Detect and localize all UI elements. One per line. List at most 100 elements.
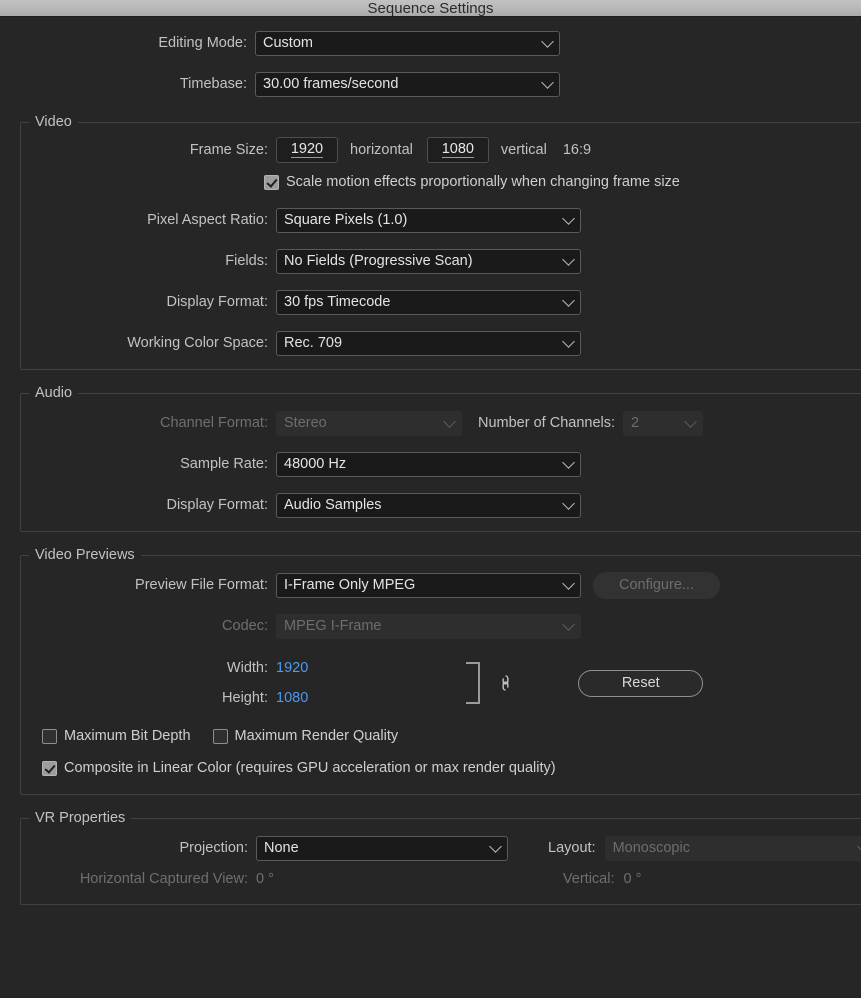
chevron-down-icon <box>562 456 575 469</box>
timebase-value: 30.00 frames/second <box>263 76 398 92</box>
working-color-space-value: Rec. 709 <box>284 335 342 351</box>
codec-label: Codec: <box>21 618 276 634</box>
audio-display-format-label: Display Format: <box>21 497 276 513</box>
scale-motion-label: Scale motion effects proportionally when… <box>286 174 680 190</box>
bit-depth-quality-row: Maximum Bit Depth Maximum Render Quality <box>21 720 861 752</box>
timebase-select[interactable]: 30.00 frames/second <box>255 72 560 97</box>
fields-label: Fields: <box>21 253 276 269</box>
editing-mode-value: Custom <box>263 35 313 51</box>
audio-section: Audio Channel Format: Stereo Number of C… <box>20 385 861 532</box>
frame-size-row: Frame Size: 1920 horizontal 1080 vertica… <box>21 134 861 166</box>
codec-select: MPEG I-Frame <box>276 614 581 639</box>
codec-row: Codec: MPEG I-Frame <box>21 610 861 642</box>
working-color-space-select[interactable]: Rec. 709 <box>276 331 581 356</box>
chevron-down-icon <box>489 840 502 853</box>
scale-motion-row: Scale motion effects proportionally when… <box>21 166 861 198</box>
vertical-captured-view-label: Vertical: <box>563 871 615 887</box>
frame-size-horizontal-input[interactable]: 1920 <box>276 137 338 163</box>
dialog-titlebar: Sequence Settings <box>0 0 861 17</box>
chevron-down-icon <box>857 840 861 853</box>
aspect-ratio-value: 16:9 <box>563 142 591 158</box>
preview-height-value[interactable]: 1080 <box>276 690 308 706</box>
layout-label: Layout: <box>548 840 596 856</box>
preview-dimensions-row: Width: 1920 Height: 1080 <box>21 652 861 714</box>
video-section-legend: Video <box>29 114 78 130</box>
preview-height-row: Height: 1080 <box>21 683 308 713</box>
editing-mode-row: Editing Mode: Custom <box>0 27 861 59</box>
preview-width-value[interactable]: 1920 <box>276 660 308 676</box>
horizontal-captured-view-label: Horizontal Captured View: <box>21 871 256 887</box>
maximum-render-quality-checkbox[interactable] <box>213 729 228 744</box>
chevron-down-icon <box>562 253 575 266</box>
frame-size-label: Frame Size: <box>21 142 276 158</box>
audio-section-legend: Audio <box>29 385 78 401</box>
timebase-label: Timebase: <box>0 76 255 92</box>
composite-linear-color-label: Composite in Linear Color (requires GPU … <box>64 760 556 776</box>
layout-select: Monoscopic <box>605 836 861 861</box>
projection-label: Projection: <box>21 840 256 856</box>
preview-file-format-row: Preview File Format: I-Frame Only MPEG C… <box>21 569 861 601</box>
channel-format-select: Stereo <box>276 411 462 436</box>
reset-button[interactable]: Reset <box>578 670 703 697</box>
frame-size-vertical-input[interactable]: 1080 <box>427 137 489 163</box>
chevron-down-icon <box>562 212 575 225</box>
sample-rate-value: 48000 Hz <box>284 456 346 472</box>
pixel-aspect-ratio-row: Pixel Aspect Ratio: Square Pixels (1.0) <box>21 204 861 236</box>
projection-value: None <box>264 840 299 856</box>
maximum-render-quality-label: Maximum Render Quality <box>235 728 399 744</box>
frame-size-horizontal-value: 1920 <box>291 142 323 158</box>
vr-properties-section-legend: VR Properties <box>29 810 131 826</box>
maximum-bit-depth-label: Maximum Bit Depth <box>64 728 191 744</box>
preview-file-format-value: I-Frame Only MPEG <box>284 577 415 593</box>
video-display-format-row: Display Format: 30 fps Timecode <box>21 286 861 318</box>
vr-properties-section: VR Properties Projection: None Layout: M… <box>20 810 861 905</box>
chevron-down-icon <box>541 35 554 48</box>
channel-format-row: Channel Format: Stereo Number of Channel… <box>21 407 861 439</box>
scale-motion-checkbox[interactable] <box>264 175 279 190</box>
pixel-aspect-ratio-value: Square Pixels (1.0) <box>284 212 407 228</box>
composite-linear-color-row: Composite in Linear Color (requires GPU … <box>21 752 861 784</box>
maximum-bit-depth-checkbox[interactable] <box>42 729 57 744</box>
number-of-channels-value: 2 <box>631 415 639 431</box>
preview-width-label: Width: <box>21 660 276 676</box>
editing-mode-label: Editing Mode: <box>0 35 255 51</box>
video-previews-section: Video Previews Preview File Format: I-Fr… <box>20 547 861 795</box>
sample-rate-select[interactable]: 48000 Hz <box>276 452 581 477</box>
fields-select[interactable]: No Fields (Progressive Scan) <box>276 249 581 274</box>
horizontal-label: horizontal <box>350 142 413 158</box>
chevron-down-icon <box>562 497 575 510</box>
pixel-aspect-ratio-label: Pixel Aspect Ratio: <box>21 212 276 228</box>
preview-file-format-select[interactable]: I-Frame Only MPEG <box>276 573 581 598</box>
editing-mode-select[interactable]: Custom <box>255 31 560 56</box>
channel-format-value: Stereo <box>284 415 327 431</box>
pixel-aspect-ratio-select[interactable]: Square Pixels (1.0) <box>276 208 581 233</box>
chevron-down-icon <box>541 76 554 89</box>
captured-view-row: Horizontal Captured View: 0 ° Vertical: … <box>21 864 861 894</box>
codec-value: MPEG I-Frame <box>284 618 381 634</box>
projection-row: Projection: None Layout: Monoscopic <box>21 832 861 864</box>
horizontal-captured-view-value: 0 ° <box>256 871 274 887</box>
reset-button-label: Reset <box>622 675 660 691</box>
chain-link-icon[interactable] <box>500 674 511 692</box>
video-section: Video Frame Size: 1920 horizontal 1080 v… <box>20 114 861 370</box>
audio-display-format-select[interactable]: Audio Samples <box>276 493 581 518</box>
working-color-space-label: Working Color Space: <box>21 335 276 351</box>
dialog-title: Sequence Settings <box>368 1 494 16</box>
video-previews-section-legend: Video Previews <box>29 547 141 563</box>
projection-select[interactable]: None <box>256 836 508 861</box>
sample-rate-row: Sample Rate: 48000 Hz <box>21 448 861 480</box>
video-display-format-label: Display Format: <box>21 294 276 310</box>
audio-display-format-row: Display Format: Audio Samples <box>21 489 861 521</box>
channel-format-label: Channel Format: <box>21 415 276 431</box>
chevron-down-icon <box>562 577 575 590</box>
chevron-down-icon <box>562 618 575 631</box>
chevron-down-icon <box>684 415 697 428</box>
constrain-proportions-group[interactable] <box>458 652 578 714</box>
chevron-down-icon <box>443 415 456 428</box>
number-of-channels-label: Number of Channels: <box>478 415 615 431</box>
video-display-format-select[interactable]: 30 fps Timecode <box>276 290 581 315</box>
composite-linear-color-checkbox[interactable] <box>42 761 57 776</box>
video-display-format-value: 30 fps Timecode <box>284 294 390 310</box>
preview-width-row: Width: 1920 <box>21 653 308 683</box>
chevron-down-icon <box>562 335 575 348</box>
